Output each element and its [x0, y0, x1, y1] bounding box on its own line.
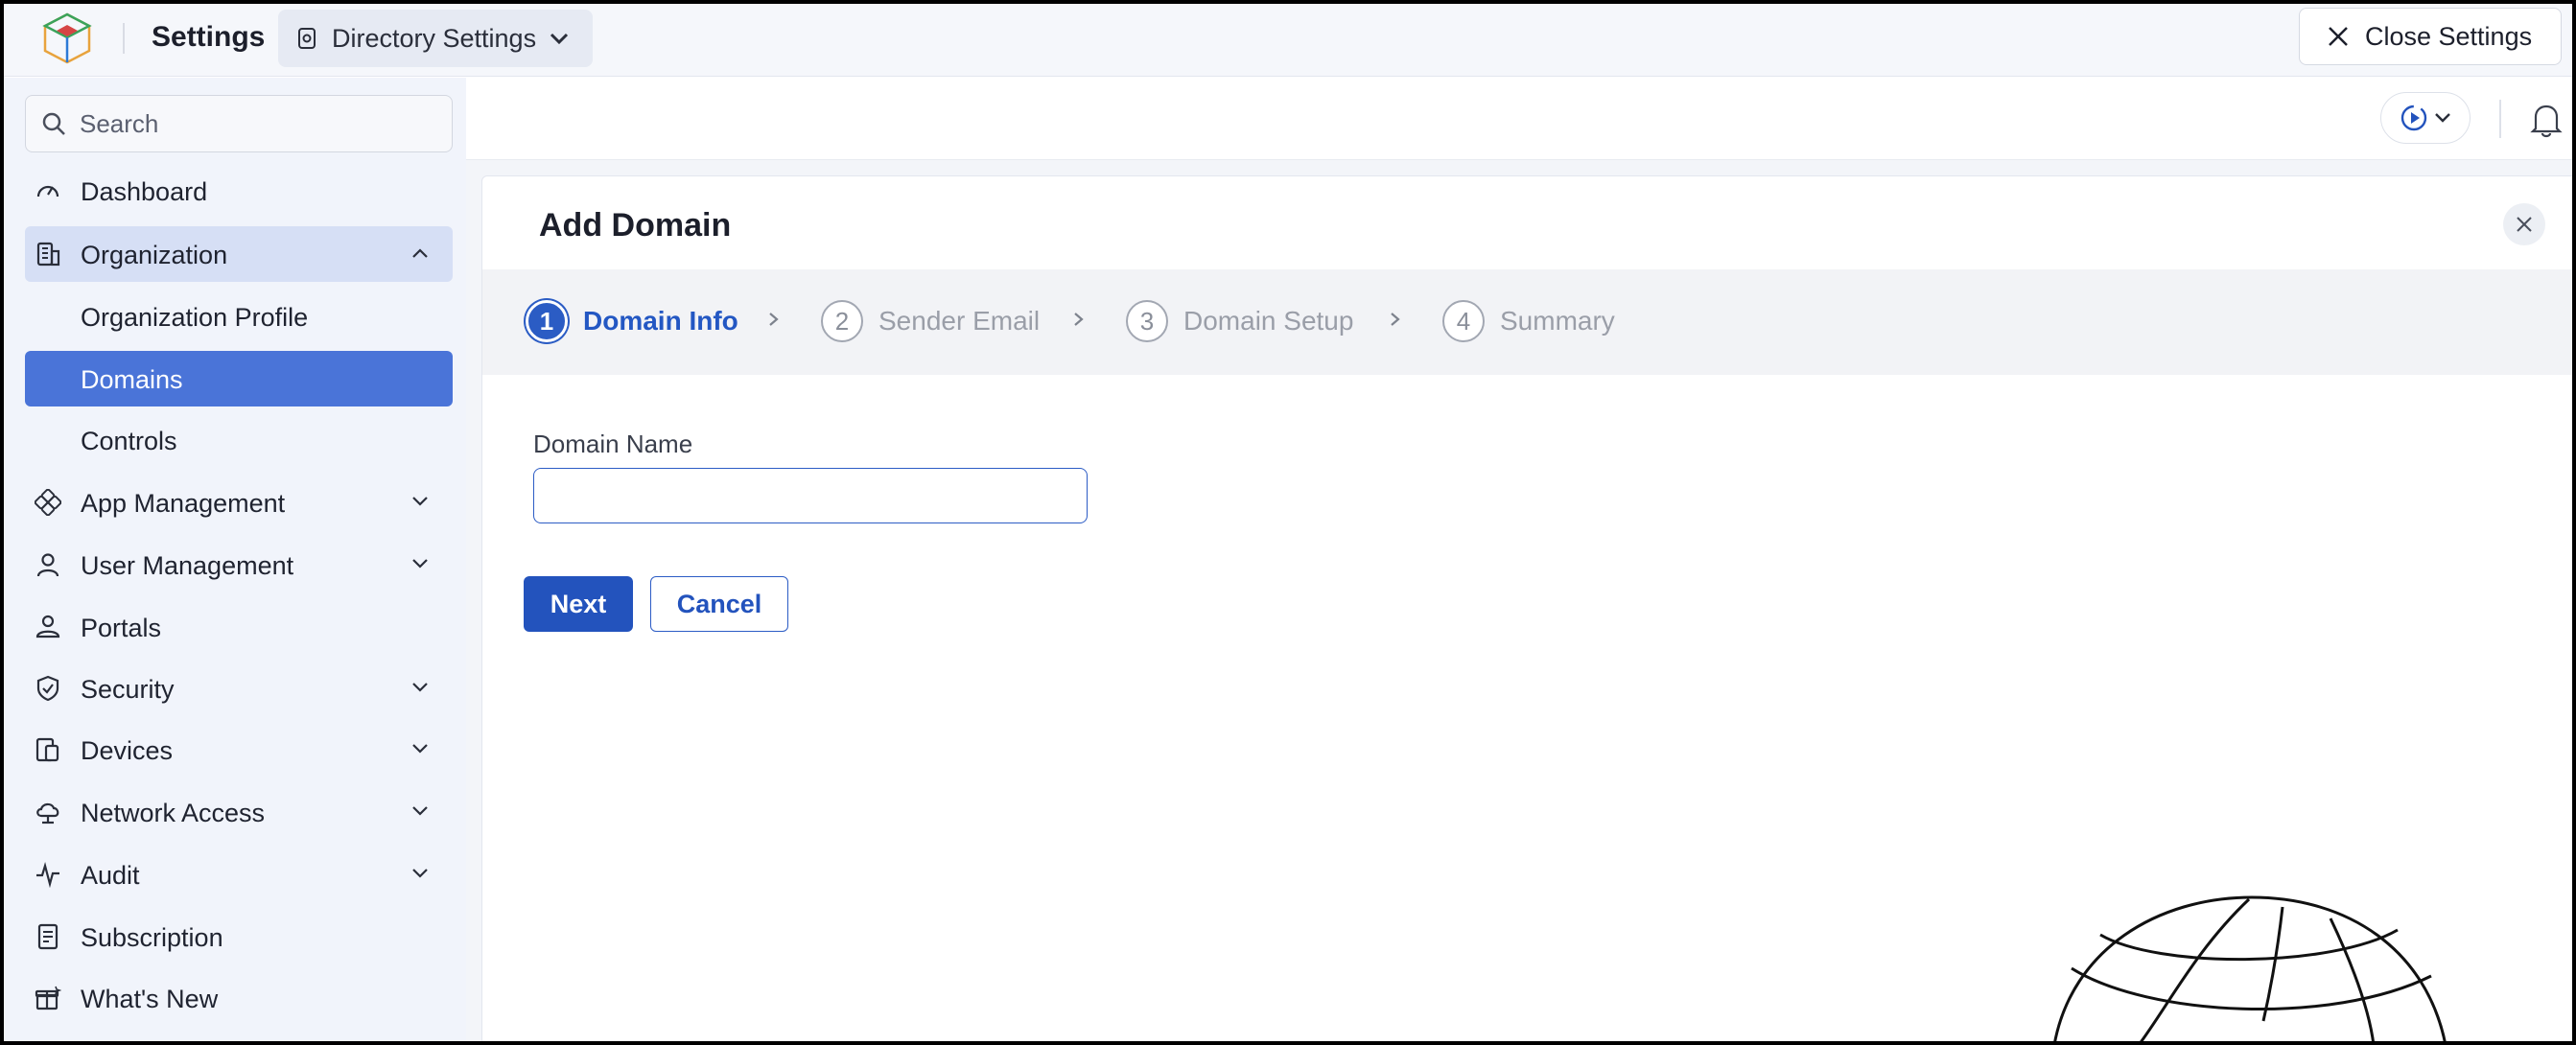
chevron-down-icon [412, 806, 428, 816]
panel-title: Add Domain [539, 207, 732, 244]
close-icon [2329, 27, 2348, 46]
step-domain-info[interactable]: 1 Domain Info [526, 298, 738, 344]
sidebar-item-label: Portals [81, 614, 162, 642]
sidebar-item-app-management[interactable]: App Management [25, 475, 453, 530]
sidebar-item-label: Devices [81, 736, 174, 765]
sidebar-item-organization[interactable]: Organization [25, 226, 453, 282]
sidebar-item-label: Dashboard [81, 177, 208, 206]
chevron-right-icon [1074, 313, 1084, 326]
gift-icon [35, 986, 61, 1010]
sidebar-item-audit[interactable]: Audit [25, 847, 453, 902]
step-sender-email[interactable]: 2 Sender Email [821, 298, 1040, 344]
app-logo-icon [42, 12, 92, 64]
sidebar-item-label: Audit [81, 861, 140, 890]
sidebar-item-label: Domains [81, 365, 183, 394]
chevron-up-icon [412, 248, 428, 258]
cloud-icon [36, 802, 59, 824]
receipt-icon [37, 923, 59, 950]
directory-icon [298, 28, 316, 49]
chevron-down-icon [412, 559, 428, 569]
sidebar-item-controls[interactable]: Controls [25, 412, 453, 468]
search-input[interactable] [80, 108, 444, 139]
step-number: 4 [1442, 300, 1485, 342]
bell-icon[interactable] [2530, 102, 2563, 138]
search-box[interactable] [25, 95, 453, 152]
step-label: Summary [1500, 306, 1615, 336]
sidebar-item-label: Organization [81, 241, 228, 269]
sidebar-item-domains[interactable]: Domains [25, 351, 453, 406]
play-clock-icon [2400, 104, 2427, 131]
step-number: 1 [526, 300, 568, 342]
building-icon [36, 242, 60, 267]
chevron-down-icon [412, 497, 428, 506]
sidebar-item-user-management[interactable]: User Management [25, 537, 453, 592]
chevron-down-icon [550, 33, 569, 45]
close-settings-label: Close Settings [2365, 21, 2533, 51]
step-domain-setup[interactable]: 3 Domain Setup [1126, 298, 1353, 344]
panel-close-button[interactable] [2503, 203, 2545, 245]
sidebar-item-label: Organization Profile [81, 303, 309, 332]
top-bar: Settings Directory Settings Close Settin… [0, 0, 2576, 77]
sidebar-item-label: Subscription [81, 923, 223, 952]
chevron-right-icon [769, 313, 779, 326]
step-label: Domain Info [583, 306, 738, 336]
portal-icon [35, 615, 60, 639]
sidebar-item-organization-profile[interactable]: Organization Profile [25, 289, 453, 344]
chevron-down-icon [2435, 113, 2450, 123]
step-summary[interactable]: 4 Summary [1442, 298, 1615, 344]
pulse-icon [36, 861, 59, 888]
step-label: Domain Setup [1183, 306, 1354, 336]
close-icon [2517, 217, 2532, 232]
domain-name-input[interactable] [533, 468, 1088, 523]
shield-icon [36, 675, 59, 702]
sidebar-item-dashboard[interactable]: Dashboard [25, 163, 453, 219]
chevron-down-icon [412, 683, 428, 692]
step-label: Sender Email [878, 306, 1041, 336]
directory-settings-dropdown[interactable]: Directory Settings [278, 10, 593, 67]
cancel-button[interactable]: Cancel [650, 576, 788, 632]
sidebar-item-label: Network Access [81, 799, 266, 827]
sidebar-item-label: User Management [81, 551, 294, 580]
search-icon [42, 112, 65, 135]
next-button[interactable]: Next [524, 576, 633, 632]
domain-name-label: Domain Name [533, 430, 693, 458]
sidebar-item-label: Security [81, 675, 175, 704]
sidebar-item-label: What's New [81, 985, 219, 1013]
sidebar-item-portals[interactable]: Portals [25, 599, 453, 655]
step-number: 3 [1126, 300, 1168, 342]
step-number: 2 [821, 300, 863, 342]
chevron-right-icon [1391, 313, 1400, 326]
chevron-down-icon [412, 869, 428, 878]
user-icon [36, 553, 59, 577]
chevron-down-icon [412, 744, 428, 754]
gauge-icon [36, 185, 59, 197]
globe-illustration-icon [2052, 895, 2447, 1045]
sidebar-item-devices[interactable]: Devices [25, 722, 453, 778]
page-title: Settings [152, 21, 266, 53]
sidebar-item-whats-new[interactable]: What's New [25, 970, 453, 1026]
close-settings-button[interactable]: Close Settings [2299, 8, 2562, 65]
sidebar-item-label: Controls [81, 427, 177, 455]
sidebar-item-security[interactable]: Security [25, 661, 453, 716]
sidebar-item-network-access[interactable]: Network Access [25, 784, 453, 840]
main-toolbar [466, 78, 2576, 160]
sidebar-item-label: App Management [81, 489, 286, 518]
service-switcher-button[interactable] [2380, 92, 2471, 144]
apps-icon [35, 489, 61, 516]
devices-icon [35, 737, 59, 762]
sidebar-item-subscription[interactable]: Subscription [25, 909, 453, 964]
directory-dropdown-label: Directory Settings [332, 23, 537, 53]
